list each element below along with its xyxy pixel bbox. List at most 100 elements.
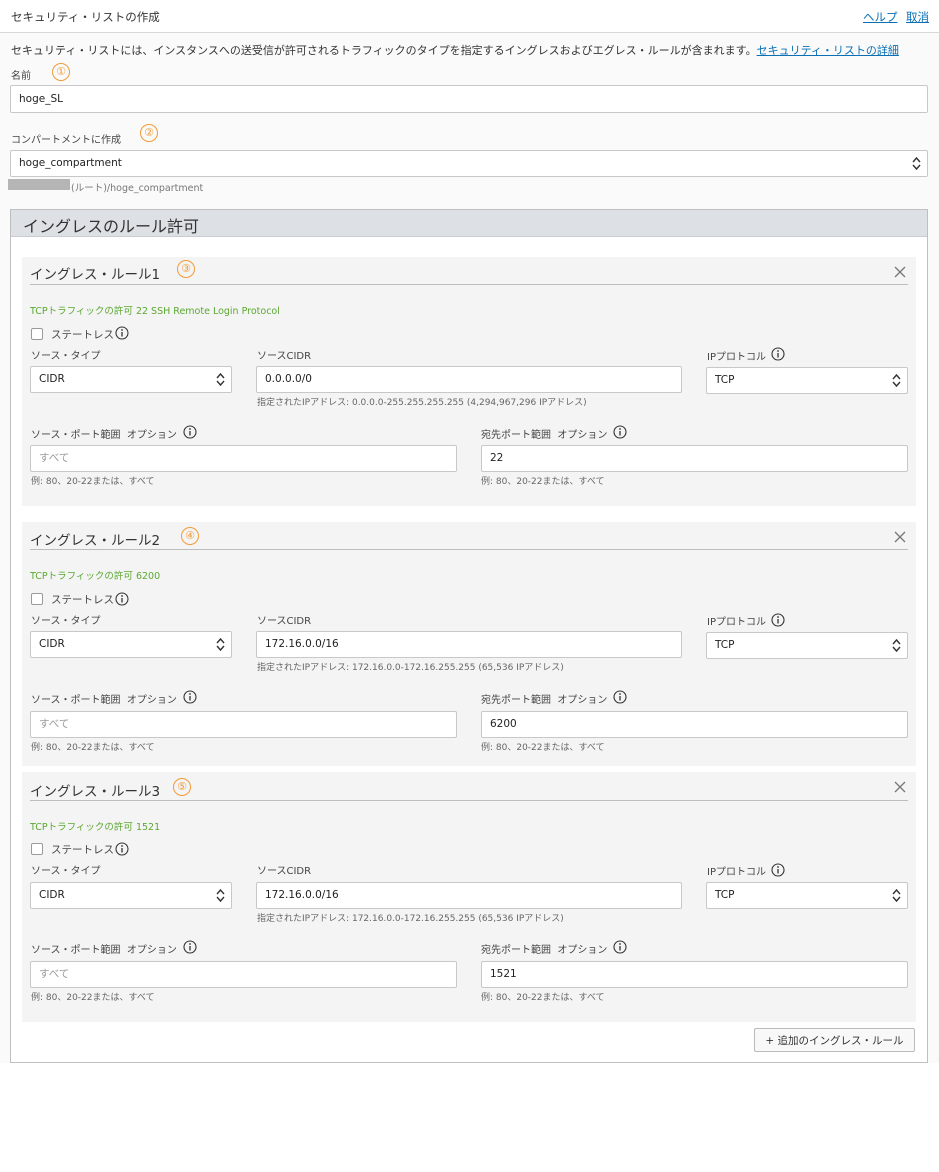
ip-protocol-label: IPプロトコル bbox=[707, 617, 766, 628]
dest-port-input[interactable]: 1521 bbox=[481, 961, 908, 988]
select-arrows-icon bbox=[892, 888, 901, 903]
details-link[interactable]: セキュリティ・リストの詳細 bbox=[757, 44, 899, 57]
source-cidr-input[interactable]: 172.16.0.0/16 bbox=[256, 882, 682, 909]
close-icon[interactable] bbox=[894, 781, 906, 793]
rule-summary: TCPトラフィックの許可 22 SSH Remote Login Protoco… bbox=[30, 306, 280, 317]
marker-5: ⑤ bbox=[173, 778, 191, 796]
compartment-path: (ルート)/hoge_compartment bbox=[71, 183, 204, 194]
ingress-rule-2: イングレス・ルール2 ④ TCPトラフィックの許可 6200 ステートレス ソー… bbox=[22, 522, 916, 766]
rule-divider bbox=[30, 284, 908, 285]
source-type-value: CIDR bbox=[39, 373, 65, 385]
optional-label: オプション bbox=[557, 695, 608, 706]
dest-port-hint: 例: 80、20-22または、すべて bbox=[481, 993, 605, 1003]
cidr-hint: 指定されたIPアドレス: 172.16.0.0-172.16.255.255 (… bbox=[257, 914, 564, 924]
source-port-label-text: ソース・ポート範囲 bbox=[31, 945, 121, 956]
compartment-label: コンパートメントに作成 bbox=[11, 135, 121, 146]
rule-summary: TCPトラフィックの許可 1521 bbox=[30, 822, 161, 833]
ip-protocol-select[interactable]: TCP bbox=[706, 882, 908, 909]
rule-summary: TCPトラフィックの許可 6200 bbox=[30, 571, 161, 582]
optional-label: オプション bbox=[557, 430, 608, 441]
source-port-hint: 例: 80、20-22または、すべて bbox=[31, 477, 155, 487]
source-port-label: ソース・ポート範囲 オプション bbox=[31, 941, 177, 956]
stateless-checkbox[interactable] bbox=[31, 843, 43, 855]
select-arrows-icon bbox=[892, 373, 901, 388]
source-port-label-text: ソース・ポート範囲 bbox=[31, 695, 121, 706]
source-type-select[interactable]: CIDR bbox=[30, 366, 232, 393]
info-icon[interactable] bbox=[183, 690, 197, 704]
info-icon[interactable] bbox=[613, 425, 627, 439]
rule-title: イングレス・ルール1 bbox=[30, 267, 161, 283]
info-icon[interactable] bbox=[183, 425, 197, 439]
info-icon[interactable] bbox=[183, 940, 197, 954]
rule-title: イングレス・ルール2 bbox=[30, 533, 161, 549]
dest-port-label-text: 宛先ポート範囲 bbox=[481, 945, 551, 956]
dest-port-label-text: 宛先ポート範囲 bbox=[481, 430, 551, 441]
optional-label: オプション bbox=[557, 945, 608, 956]
info-icon[interactable] bbox=[115, 326, 129, 340]
source-type-value: CIDR bbox=[39, 889, 65, 901]
name-input[interactable]: hoge_SL bbox=[10, 85, 928, 113]
marker-3: ③ bbox=[177, 260, 195, 278]
ip-protocol-select[interactable]: TCP bbox=[706, 632, 908, 659]
marker-2: ② bbox=[140, 124, 158, 142]
ip-protocol-label: IPプロトコル bbox=[707, 867, 766, 878]
select-arrows-icon bbox=[216, 372, 225, 387]
info-icon[interactable] bbox=[613, 690, 627, 704]
description-text: セキュリティ・リストには、インスタンスへの送受信が許可されるトラフィックのタイプ… bbox=[11, 44, 757, 57]
source-type-label: ソース・タイプ bbox=[31, 616, 101, 627]
close-icon[interactable] bbox=[894, 531, 906, 543]
rule-title: イングレス・ルール3 bbox=[30, 784, 161, 800]
info-icon[interactable] bbox=[115, 592, 129, 606]
ingress-rule-1: イングレス・ルール1 ③ TCPトラフィックの許可 22 SSH Remote … bbox=[22, 257, 916, 506]
help-link[interactable]: ヘルプ bbox=[863, 9, 898, 25]
dest-port-hint: 例: 80、20-22または、すべて bbox=[481, 477, 605, 487]
source-type-select[interactable]: CIDR bbox=[30, 882, 232, 909]
select-arrows-icon bbox=[216, 888, 225, 903]
source-cidr-input[interactable]: 0.0.0.0/0 bbox=[256, 366, 682, 393]
dest-port-label: 宛先ポート範囲 オプション bbox=[481, 426, 607, 441]
info-icon[interactable] bbox=[613, 940, 627, 954]
redacted-tenancy-name bbox=[8, 179, 70, 190]
source-port-input[interactable]: すべて bbox=[30, 445, 457, 472]
source-type-select[interactable]: CIDR bbox=[30, 631, 232, 658]
info-icon[interactable] bbox=[115, 842, 129, 856]
optional-label: オプション bbox=[126, 430, 177, 441]
name-label: 名前 bbox=[11, 71, 31, 82]
marker-1: ① bbox=[52, 63, 70, 81]
rule-divider bbox=[30, 800, 908, 801]
optional-label: オプション bbox=[126, 695, 177, 706]
source-port-hint: 例: 80、20-22または、すべて bbox=[31, 993, 155, 1003]
source-port-label: ソース・ポート範囲 オプション bbox=[31, 426, 177, 441]
dest-port-input[interactable]: 6200 bbox=[481, 711, 908, 738]
cancel-link[interactable]: 取消 bbox=[906, 9, 929, 25]
close-icon[interactable] bbox=[894, 266, 906, 278]
ip-protocol-value: TCP bbox=[715, 639, 735, 651]
dest-port-input[interactable]: 22 bbox=[481, 445, 908, 472]
select-arrows-icon bbox=[912, 156, 921, 171]
source-port-input[interactable]: すべて bbox=[30, 961, 457, 988]
cidr-hint: 指定されたIPアドレス: 172.16.0.0-172.16.255.255 (… bbox=[257, 663, 564, 673]
stateless-checkbox[interactable] bbox=[31, 593, 43, 605]
compartment-select[interactable]: hoge_compartment bbox=[10, 150, 928, 177]
info-icon[interactable] bbox=[771, 613, 785, 627]
source-cidr-input[interactable]: 172.16.0.0/16 bbox=[256, 631, 682, 658]
source-port-label-text: ソース・ポート範囲 bbox=[31, 430, 121, 441]
info-icon[interactable] bbox=[771, 347, 785, 361]
dest-port-label: 宛先ポート範囲 オプション bbox=[481, 691, 607, 706]
source-port-input[interactable]: すべて bbox=[30, 711, 457, 738]
add-ingress-rule-button[interactable]: + 追加のイングレス・ルール bbox=[754, 1028, 915, 1052]
stateless-label: ステートレス bbox=[51, 594, 114, 606]
panel-title: セキュリティ・リストの作成 bbox=[11, 10, 160, 24]
ingress-section-title: イングレスのルール許可 bbox=[23, 217, 200, 236]
info-icon[interactable] bbox=[771, 863, 785, 877]
stateless-checkbox[interactable] bbox=[31, 328, 43, 340]
dest-port-hint: 例: 80、20-22または、すべて bbox=[481, 743, 605, 753]
ip-protocol-label: IPプロトコル bbox=[707, 352, 766, 363]
select-arrows-icon bbox=[892, 638, 901, 653]
rule-divider bbox=[30, 549, 908, 550]
select-arrows-icon bbox=[216, 637, 225, 652]
source-cidr-label: ソースCIDR bbox=[257, 616, 312, 627]
source-port-hint: 例: 80、20-22または、すべて bbox=[31, 743, 155, 753]
ip-protocol-select[interactable]: TCP bbox=[706, 367, 908, 394]
dest-port-label: 宛先ポート範囲 オプション bbox=[481, 941, 607, 956]
